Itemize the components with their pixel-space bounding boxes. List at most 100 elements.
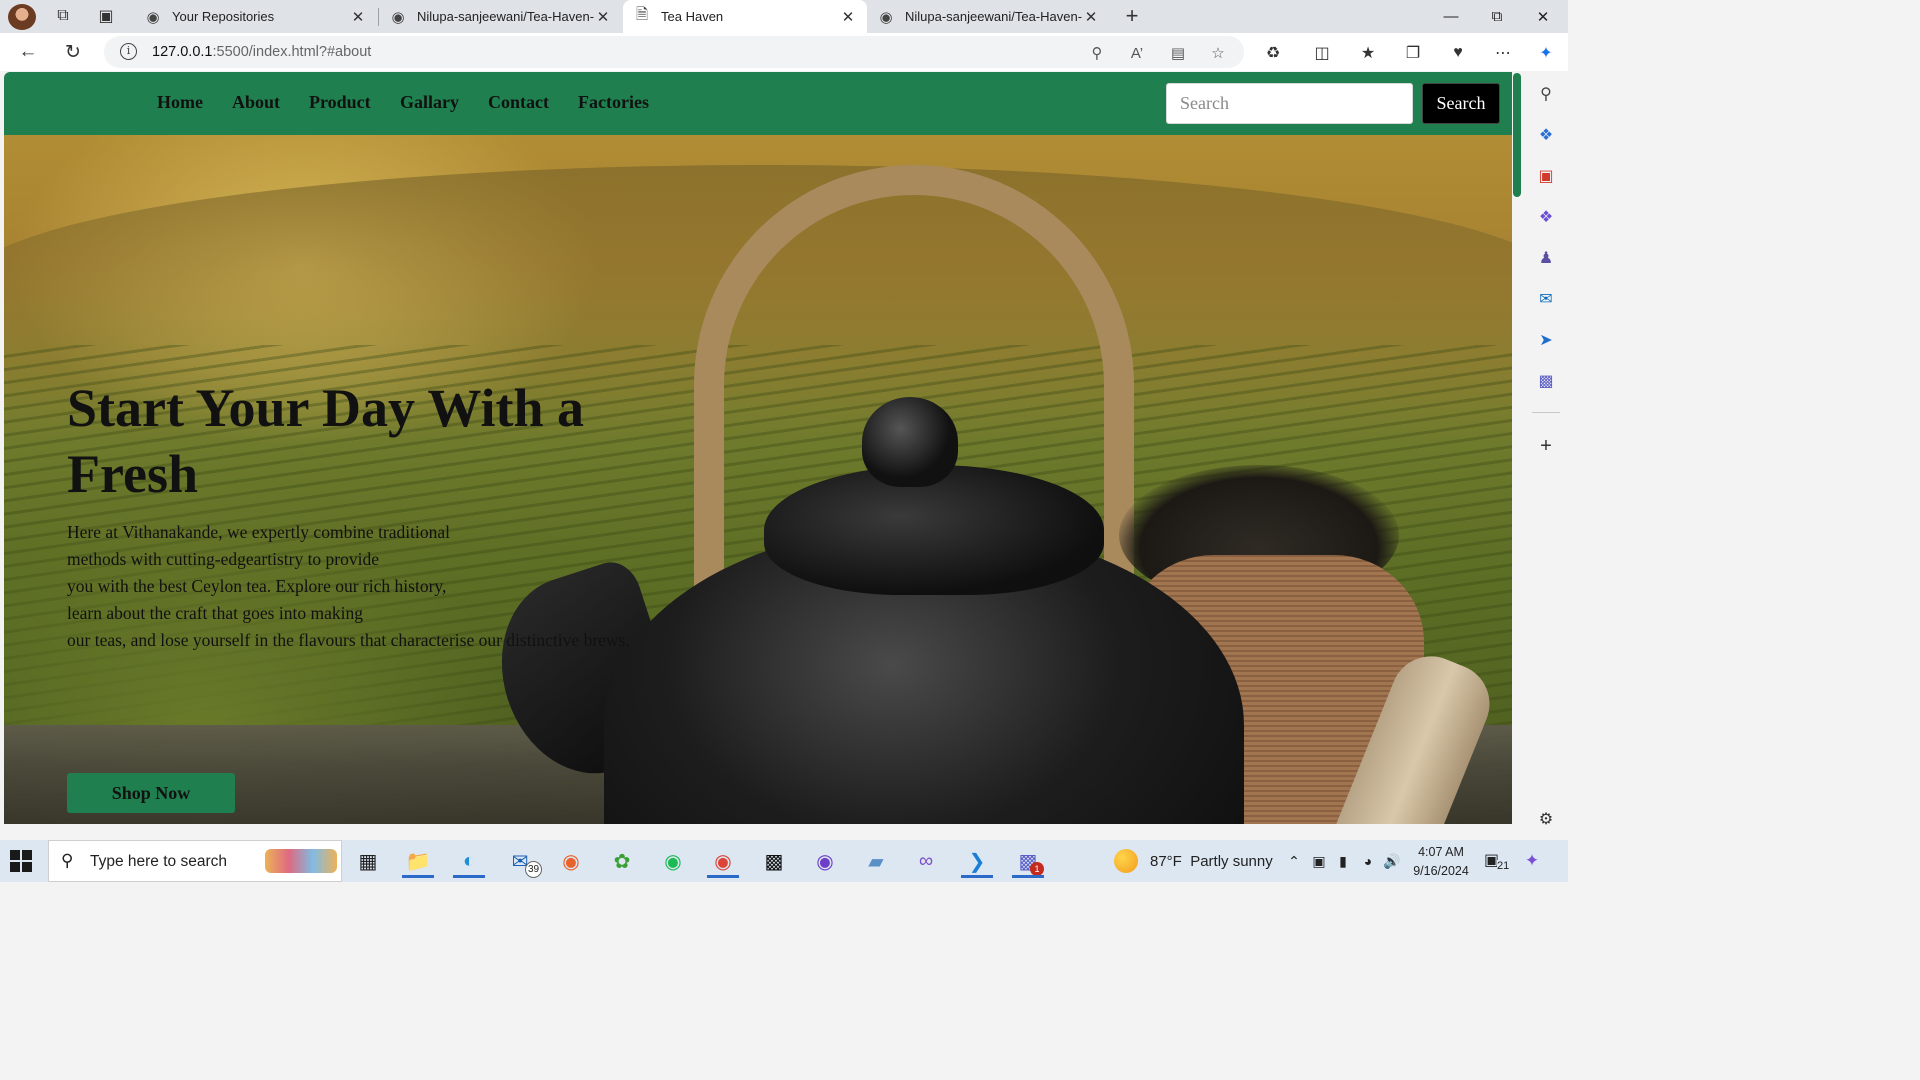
refresh-icon[interactable]: ↻ [58, 38, 88, 66]
tab-github-repo[interactable]: ◉ Nilupa-sanjeewani/Tea-Haven-W ✕ [379, 0, 622, 33]
sidebar-send-icon[interactable]: ➤ [1533, 327, 1559, 353]
sidebar-teams-icon[interactable]: ▩ [1533, 368, 1559, 394]
show-hidden-icons-icon[interactable]: ⌃ [1284, 851, 1304, 871]
edge-browser-icon[interactable]: ◐ [449, 844, 489, 878]
search-icon: ⚲ [61, 851, 74, 870]
zoom-icon[interactable]: ⚲ [1086, 42, 1108, 64]
copilot-preview-icon[interactable]: ✦ [1522, 851, 1542, 871]
tab-title: Nilupa-sanjeewani/Tea-Haven-W [417, 9, 594, 24]
battery-icon[interactable]: ▮ [1333, 851, 1353, 871]
collections-icon[interactable]: ❐ [1400, 40, 1426, 66]
vscode-icon[interactable]: ❯ [957, 844, 997, 878]
github-icon: ◉ [146, 8, 160, 26]
back-icon[interactable]: ← [13, 38, 43, 66]
workspaces-icon[interactable]: ⧉ [50, 3, 76, 29]
tab-title: Nilupa-sanjeewani/Tea-Haven-W [905, 9, 1082, 24]
teams-icon[interactable]: ▩ 1 [1008, 844, 1048, 878]
sidebar-copilot-icon[interactable]: ❖ [1533, 204, 1559, 230]
weather-desc: Partly sunny [1190, 852, 1273, 870]
meet-now-icon[interactable]: ▣ [1309, 851, 1329, 871]
app-document-icon[interactable]: ▰ [856, 844, 896, 878]
task-view-icon[interactable]: ▦ [348, 844, 388, 878]
tab-title: Your Repositories [172, 9, 275, 24]
github-icon: ◉ [391, 8, 405, 26]
hero-description: Here at Vithanakande, we expertly combin… [67, 522, 630, 650]
nav-product[interactable]: Product [309, 92, 371, 113]
taskbar-search-box[interactable]: ⚲ Type here to search [48, 840, 342, 882]
visual-studio-icon[interactable]: ∞ [906, 844, 946, 878]
tab-actions-icon[interactable]: ▣ [93, 3, 119, 29]
page-viewport: Home About Product Gallary Contact Facto… [4, 72, 1513, 824]
github-desktop-icon[interactable]: ◉ [805, 844, 845, 878]
close-icon[interactable]: ✕ [839, 8, 857, 26]
file-explorer-icon[interactable]: 📁 [398, 844, 438, 878]
app-leaf-icon[interactable]: ✿ [602, 844, 642, 878]
sidebar-add-icon[interactable]: + [1533, 433, 1559, 459]
tab-your-repositories[interactable]: ◉ Your Repositories ✕ [134, 0, 377, 33]
windows-taskbar: ⚲ Type here to search ▦ 📁 ◐ ✉ 39 ◉ ✿ ◉ ◉ … [0, 840, 1568, 882]
search-highlight-image [265, 849, 337, 873]
close-icon[interactable]: ✕ [349, 8, 367, 26]
notification-count: 21 [1497, 860, 1510, 872]
close-icon[interactable]: ✕ [594, 8, 612, 26]
weather-widget[interactable]: 87°F Partly sunny [1114, 849, 1273, 873]
taskbar-search-placeholder: Type here to search [90, 853, 227, 870]
restore-icon[interactable]: ⧉ [1474, 0, 1520, 33]
sidebar-tools-icon[interactable]: ▣ [1533, 163, 1559, 189]
new-tab-icon[interactable]: + [1119, 3, 1145, 29]
page-scrollbar-thumb[interactable] [1513, 73, 1521, 197]
notifications-icon[interactable]: ▣ 21 [1484, 850, 1510, 872]
clock-time: 4:07 AM [1418, 845, 1464, 859]
url-text[interactable]: 127.0.0.1:5500/index.html?#about [152, 44, 371, 60]
favorites-icon[interactable]: ★ [1355, 40, 1381, 66]
tab-github-repo-2[interactable]: ◉ Nilupa-sanjeewani/Tea-Haven-W ✕ [867, 0, 1110, 33]
favorite-star-icon[interactable]: ☆ [1207, 42, 1229, 64]
nav-gallary[interactable]: Gallary [400, 92, 459, 113]
windows-start-icon[interactable] [10, 850, 34, 874]
partly-sunny-icon [1114, 849, 1138, 873]
firefox-icon[interactable]: ◉ [551, 844, 591, 878]
split-screen-icon[interactable]: ◫ [1309, 40, 1335, 66]
tab-strip: ⧉ ▣ ◉ Your Repositories ✕ ◉ Nilupa-sanje… [0, 0, 1568, 33]
hero-title: Start Your Day With a Fresh [67, 378, 585, 504]
spotify-icon[interactable]: ◉ [653, 844, 693, 878]
sidebar-games-icon[interactable]: ♟ [1533, 245, 1559, 271]
read-aloud-icon[interactable]: A’ [1126, 42, 1148, 64]
mail-icon[interactable]: ✉ 39 [500, 844, 542, 878]
sidebar-shopping-icon[interactable]: ❖ [1533, 122, 1559, 148]
sidebar-outlook-icon[interactable]: ✉ [1533, 286, 1559, 312]
nav-contact[interactable]: Contact [488, 92, 549, 113]
nav-home[interactable]: Home [157, 92, 203, 113]
address-toolbar: ← ↻ i 127.0.0.1:5500/index.html?#about ⚲… [0, 33, 1568, 71]
tab-title: Tea Haven [661, 9, 724, 24]
site-search-input[interactable] [1166, 83, 1413, 124]
terminal-icon[interactable]: ▩ [754, 844, 794, 878]
immersive-reader-icon[interactable]: ▤ [1167, 42, 1189, 64]
nav-factories[interactable]: Factories [578, 92, 649, 113]
github-icon: ◉ [879, 8, 893, 26]
address-bar[interactable]: i 127.0.0.1:5500/index.html?#about ⚲ A’ … [104, 36, 1244, 68]
sidebar-settings-icon[interactable]: ⚙ [1533, 806, 1559, 832]
copilot-icon[interactable]: ✦ [1533, 40, 1559, 66]
sidebar-search-icon[interactable]: ⚲ [1533, 81, 1559, 107]
hero-section: Start Your Day With a Fresh Here at Vith… [4, 135, 1513, 824]
sidebar-divider [1532, 412, 1560, 413]
shop-now-button[interactable]: Shop Now [67, 773, 235, 813]
tab-tea-haven[interactable]: 🗎 Tea Haven ✕ [623, 0, 867, 33]
nav-about[interactable]: About [232, 92, 280, 113]
close-icon[interactable]: ✕ [1082, 8, 1100, 26]
extensions-icon[interactable]: ♻ [1260, 40, 1286, 66]
site-search-button[interactable]: Search [1422, 83, 1500, 124]
teams-badge: 1 [1030, 862, 1044, 876]
site-navbar: Home About Product Gallary Contact Facto… [4, 72, 1513, 135]
wifi-icon[interactable]: ◕ [1358, 851, 1378, 871]
more-options-icon[interactable]: ⋯ [1490, 40, 1516, 66]
clock[interactable]: 4:07 AM 9/16/2024 [1404, 843, 1478, 881]
close-window-icon[interactable]: ✕ [1520, 0, 1566, 33]
minimize-icon[interactable]: — [1428, 0, 1474, 33]
site-info-icon[interactable]: i [120, 43, 137, 60]
browser-essentials-icon[interactable]: ♥ [1445, 40, 1471, 66]
profile-avatar[interactable] [8, 4, 36, 30]
volume-icon[interactable]: 🔊 [1382, 851, 1402, 871]
chrome-icon[interactable]: ◉ [703, 844, 743, 878]
